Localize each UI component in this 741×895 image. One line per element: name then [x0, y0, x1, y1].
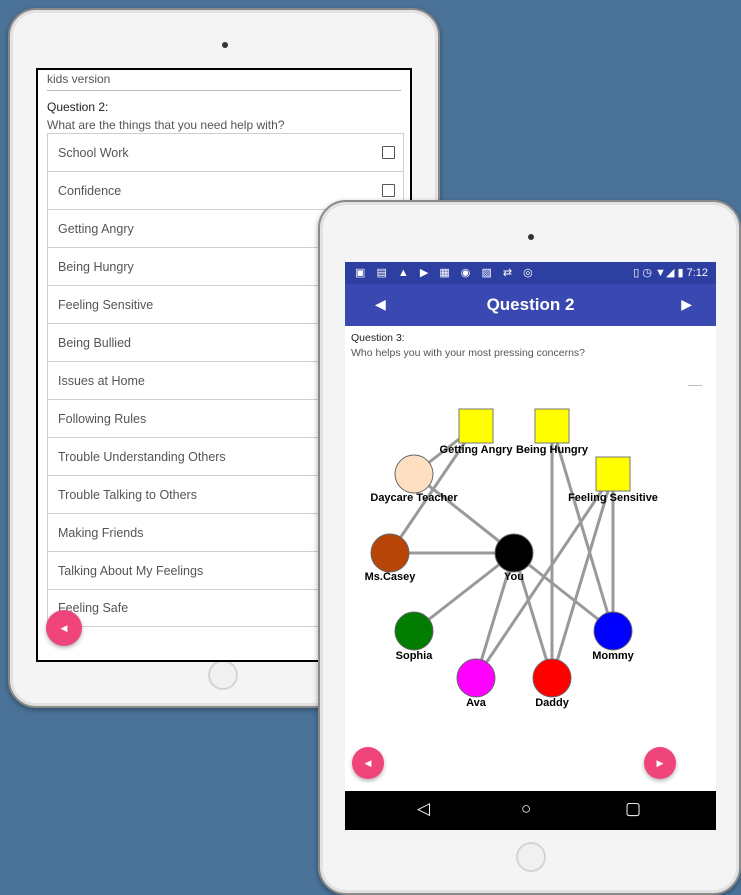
- app-bar: ◀ Question 2 ▶: [345, 284, 716, 326]
- person-node-teacher[interactable]: [394, 454, 434, 494]
- status-notification-icons: ▣ ▤ ▲ ▶ ▦ ◉ ▨ ⇄ ◎: [355, 267, 537, 279]
- person-node-daddy[interactable]: [532, 658, 572, 698]
- person-node-ava[interactable]: [456, 658, 496, 698]
- option-label: Trouble Talking to Others: [58, 487, 197, 502]
- status-system-icons: ▯ ◷ ▼◢ ▮ 7:12: [633, 267, 708, 279]
- home-button[interactable]: [208, 660, 238, 690]
- graph-edge: [474, 473, 615, 679]
- option-label: Being Bullied: [58, 335, 131, 350]
- option-label: School Work: [58, 145, 129, 160]
- camera-icon: [222, 42, 228, 48]
- header-text: kids version: [47, 72, 111, 86]
- option-label: Making Friends: [58, 525, 144, 540]
- concern-node-sensitive[interactable]: [595, 456, 631, 492]
- option-label: Being Hungry: [58, 259, 134, 274]
- person-node-you[interactable]: [494, 533, 534, 573]
- option-label: Following Rules: [58, 411, 147, 426]
- graph-screen: ▣ ▤ ▲ ▶ ▦ ◉ ▨ ⇄ ◎ ▯ ◷ ▼◢ ▮ 7:12 ◀ Questi…: [345, 262, 716, 830]
- next-fab-button[interactable]: ▶: [644, 747, 676, 779]
- back-triangle-icon[interactable]: ◁: [417, 799, 430, 819]
- node-label: Ms.Casey: [365, 571, 417, 583]
- android-nav-bar: ◁ ○ ▢: [345, 791, 716, 830]
- option-label: Talking About My Feelings: [58, 563, 204, 578]
- chevron-left-icon: ◀: [364, 757, 372, 768]
- support-network-graph: Getting Angry Being Hungry Feeling Sensiti…: [365, 408, 658, 709]
- concern-node-hungry[interactable]: [534, 408, 570, 444]
- camera-icon: [528, 234, 534, 240]
- app-title: Question 2: [486, 295, 575, 314]
- node-label: Being Hungry: [516, 444, 589, 456]
- status-bar: ▣ ▤ ▲ ▶ ▦ ◉ ▨ ⇄ ◎ ▯ ◷ ▼◢ ▮ 7:12: [345, 262, 716, 284]
- node-label: Ava: [466, 697, 487, 709]
- status-time: 7:12: [686, 267, 708, 279]
- option-label: Getting Angry: [58, 221, 134, 236]
- triangle-right-icon[interactable]: ▶: [681, 296, 692, 313]
- option-label: Trouble Understanding Others: [58, 449, 226, 464]
- question-text: What are the things that you need help w…: [47, 118, 285, 132]
- person-node-casey[interactable]: [370, 533, 410, 573]
- recents-square-icon[interactable]: ▢: [625, 799, 641, 819]
- node-label: Feeling Sensitive: [568, 492, 658, 504]
- person-node-sophia[interactable]: [394, 611, 434, 651]
- prev-fab-button[interactable]: ◀: [352, 747, 384, 779]
- question-label: Question 2:: [47, 100, 109, 114]
- home-button[interactable]: [516, 842, 546, 872]
- node-label: Mommy: [592, 650, 634, 662]
- node-label: Getting Angry: [440, 444, 514, 456]
- divider: [47, 90, 401, 91]
- node-label: Daycare Teacher: [370, 492, 458, 504]
- home-circle-icon[interactable]: ○: [521, 799, 531, 819]
- checkbox[interactable]: [382, 146, 395, 159]
- option-item[interactable]: School Work: [47, 133, 404, 171]
- concern-node-angry[interactable]: [458, 408, 494, 444]
- person-node-mommy[interactable]: [593, 611, 633, 651]
- prev-fab-button[interactable]: ◀: [46, 610, 82, 646]
- chevron-left-icon: ◀: [60, 622, 68, 633]
- checkbox[interactable]: [382, 184, 395, 197]
- option-label: Confidence: [58, 183, 122, 198]
- option-label: Issues at Home: [58, 373, 145, 388]
- option-label: Feeling Sensitive: [58, 297, 154, 312]
- node-label: Daddy: [535, 697, 570, 709]
- chevron-right-icon: ▶: [656, 757, 664, 768]
- node-label: You: [504, 571, 524, 583]
- node-label: Sophia: [396, 650, 434, 662]
- question-content: Question 3: Who helps you with your most…: [345, 326, 716, 791]
